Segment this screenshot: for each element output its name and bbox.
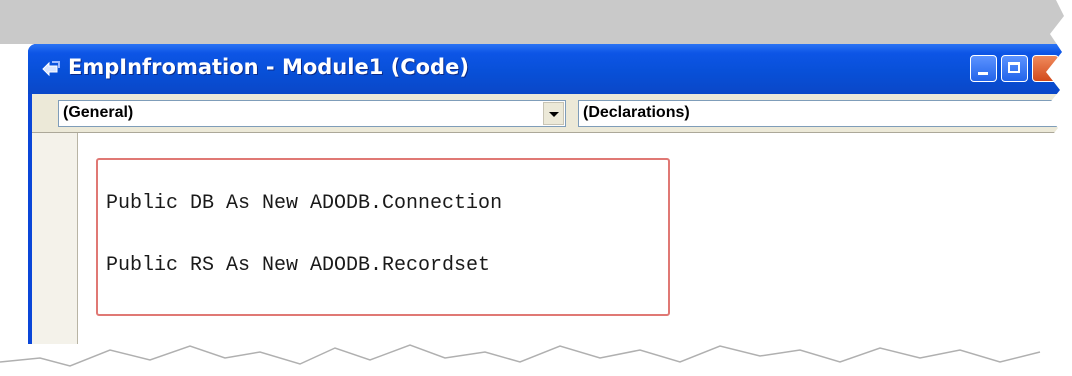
minimize-icon: [978, 72, 988, 75]
chevron-down-icon: [549, 112, 559, 117]
code-line[interactable]: Public RS As New ADODB.Recordset: [106, 254, 490, 277]
procedure-dropdown-bar: (General) (Declarations): [32, 94, 1072, 133]
margin-indicator-bar[interactable]: [32, 133, 78, 344]
code-highlight-box: Public DB As New ADODB.Connection Public…: [96, 158, 670, 316]
object-dropdown-button[interactable]: [543, 102, 564, 125]
vb-module-icon: [42, 61, 60, 77]
code-line[interactable]: Public DB As New ADODB.Connection: [106, 192, 502, 215]
procedure-dropdown[interactable]: (Declarations): [578, 100, 1072, 127]
object-dropdown-value: (General): [63, 104, 134, 121]
title-bar[interactable]: EmpInfromation - Module1 (Code): [28, 44, 1072, 94]
maximize-icon: [1008, 62, 1020, 73]
close-button[interactable]: [1032, 55, 1059, 82]
code-editor-client: (General) (Declarations) Public DB As Ne…: [32, 94, 1072, 344]
code-window: EmpInfromation - Module1 (Code) (General…: [28, 44, 1072, 344]
procedure-dropdown-value: (Declarations): [583, 104, 690, 121]
window-title: EmpInfromation - Module1 (Code): [68, 55, 469, 79]
desktop-background: [0, 0, 1072, 44]
object-dropdown[interactable]: (General): [58, 100, 566, 127]
maximize-button[interactable]: [1001, 55, 1028, 82]
minimize-button[interactable]: [970, 55, 997, 82]
